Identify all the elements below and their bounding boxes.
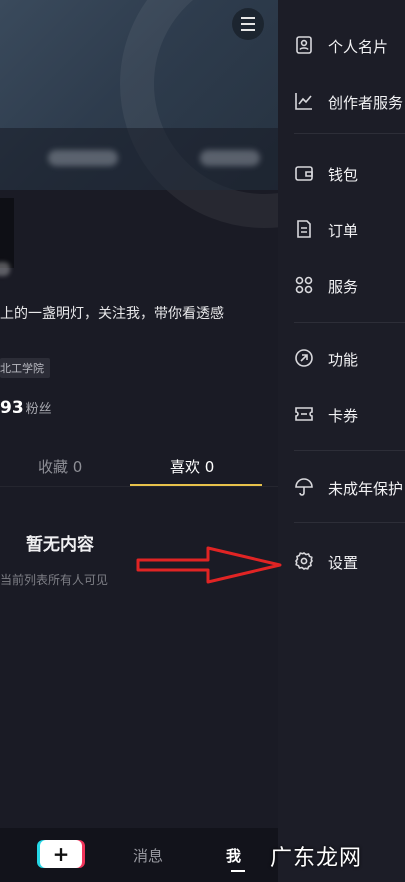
profile-name-blurred [0, 262, 10, 276]
drawer-item-label: 创作者服务 [328, 94, 404, 112]
drawer-item-creator-services[interactable]: 创作者服务 [278, 81, 405, 121]
chart-line-icon [294, 91, 314, 111]
empty-state-title: 暂无内容 [26, 535, 94, 555]
drawer-item-label: 订单 [328, 222, 359, 240]
nav-active-indicator [231, 870, 245, 872]
gear-icon [294, 551, 314, 571]
drawer-item-label: 钱包 [328, 166, 359, 184]
umbrella-icon [294, 477, 314, 497]
profile-tabs: 收藏 0 喜欢 0 [0, 446, 262, 486]
drawer-item-services[interactable]: 服务 [278, 265, 405, 305]
tab-likes[interactable]: 喜欢 0 [170, 456, 214, 477]
drawer-item-functions[interactable]: 功能 [278, 338, 405, 378]
divider [294, 322, 405, 323]
avatar[interactable] [0, 198, 14, 268]
drawer-item-wallet[interactable]: 钱包 [278, 153, 405, 193]
nav-messages[interactable]: 消息 [133, 845, 163, 866]
create-button[interactable]: + [40, 840, 82, 868]
divider [294, 522, 405, 523]
drawer-item-orders[interactable]: 订单 [278, 209, 405, 249]
menu-button[interactable] [232, 8, 264, 40]
blurred-chip [48, 150, 118, 166]
fans-label: 粉丝 [25, 402, 52, 417]
bottom-nav: + 消息 我 [0, 828, 278, 882]
function-icon [294, 348, 314, 368]
drawer-item-label: 未成年保护 [328, 480, 404, 498]
drawer-item-minor-protection[interactable]: 未成年保护 [278, 467, 405, 507]
order-icon [294, 219, 314, 239]
divider [294, 133, 405, 134]
drawer-item-label: 服务 [328, 278, 359, 296]
drawer-item-label: 设置 [328, 554, 359, 572]
coupon-icon [294, 404, 314, 424]
empty-state-subtitle: 当前列表所有人可见 [0, 573, 109, 587]
profile-panel: 上的一盏明灯，关注我，带你看透感 北工学院 93 粉丝 收藏 0 喜欢 0 暂无内… [0, 0, 278, 882]
profile-card-icon [294, 35, 314, 55]
tab-favorites[interactable]: 收藏 0 [38, 456, 82, 477]
fans-count: 93 [0, 398, 24, 418]
watermark-text: 广东龙网 [270, 846, 363, 871]
hamburger-icon [241, 15, 255, 33]
profile-bio: 上的一盏明灯，关注我，带你看透感 [0, 306, 224, 322]
annotation-arrow [136, 546, 282, 584]
divider [0, 486, 278, 487]
divider [294, 450, 405, 451]
school-tag[interactable]: 北工学院 [0, 358, 50, 378]
wallet-icon [294, 163, 314, 183]
drawer-item-coupons[interactable]: 卡券 [278, 394, 405, 434]
fans-stat[interactable]: 93 粉丝 [0, 398, 52, 418]
drawer-item-settings[interactable]: 设置 [278, 541, 405, 581]
drawer-item-label: 卡券 [328, 407, 359, 425]
nav-me[interactable]: 我 [226, 845, 241, 866]
drawer-item-profile-card[interactable]: 个人名片 [278, 25, 405, 65]
drawer-item-label: 个人名片 [328, 38, 389, 56]
grid-cluster-icon [294, 275, 314, 295]
blurred-chip [200, 150, 260, 166]
side-drawer: 个人名片 创作者服务 钱包 订单 服务 功能 卡券 未成年保护 设置 [278, 0, 405, 882]
drawer-item-label: 功能 [328, 351, 359, 369]
